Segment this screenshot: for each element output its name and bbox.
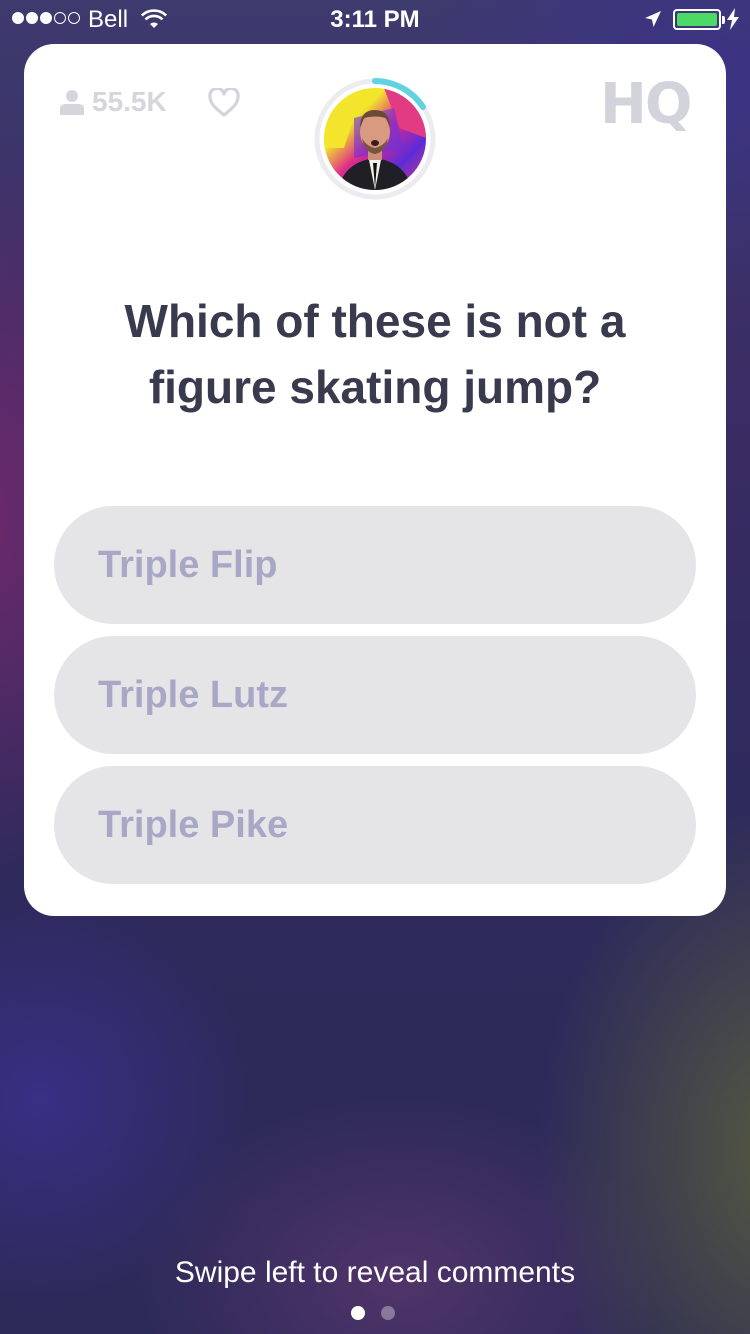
charging-bolt-icon (727, 8, 739, 30)
heart-icon[interactable] (208, 88, 240, 118)
answer-option-2[interactable]: Triple Lutz (54, 636, 696, 754)
swipe-hint: Swipe left to reveal comments (174, 1256, 576, 1289)
status-bar: Bell 3:11 PM (0, 0, 750, 40)
answer-label: Triple Flip (98, 543, 278, 586)
answer-label: Triple Pike (98, 803, 289, 846)
page-dot-1[interactable] (351, 1306, 365, 1320)
answer-option-3[interactable]: Triple Pike (54, 766, 696, 884)
viewer-count: 55.5K (60, 86, 167, 118)
hq-logo: HQ (600, 72, 692, 137)
location-arrow-icon (645, 11, 661, 27)
question-card: 55.5K HQ Which of these is not a figure … (24, 44, 726, 916)
host-portrait (324, 88, 426, 190)
page-dot-2[interactable] (381, 1306, 395, 1320)
person-icon (60, 90, 84, 115)
battery-icon (673, 9, 725, 30)
page-indicator[interactable] (351, 1306, 395, 1320)
viewer-count-label: 55.5K (92, 86, 167, 117)
host-avatar (324, 88, 426, 190)
answer-label: Triple Lutz (98, 673, 288, 716)
answer-option-1[interactable]: Triple Flip (54, 506, 696, 624)
question-text: Which of these is not a figure skating j… (124, 295, 626, 413)
clock: 3:11 PM (330, 6, 420, 33)
